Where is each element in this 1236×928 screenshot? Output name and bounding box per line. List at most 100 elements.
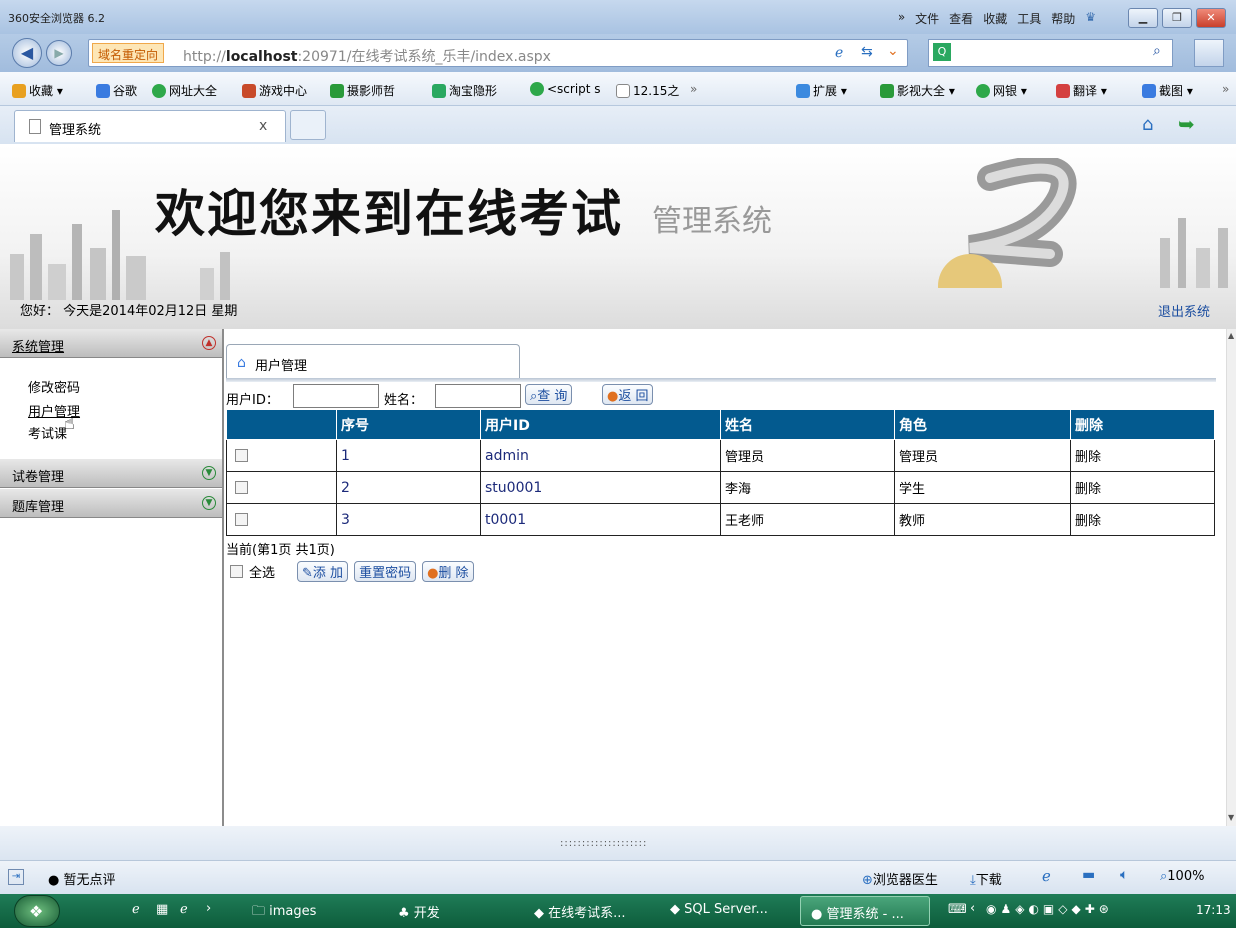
dropdown-chevron-icon[interactable]: ⌄ bbox=[887, 43, 899, 59]
logout-link[interactable]: 退出系统 bbox=[1158, 301, 1210, 320]
video-button[interactable]: 影视大全 ▾ bbox=[880, 82, 955, 99]
reset-password-button[interactable]: 重置密码 bbox=[354, 561, 417, 582]
menu-view[interactable]: 查看 bbox=[949, 10, 973, 27]
window-title-bar: 360安全浏览器 6.2 » 文件 查看 收藏 工具 帮助 ♛ ▁ ❐ ✕ bbox=[0, 0, 1236, 34]
close-tab-button[interactable]: x bbox=[259, 118, 267, 134]
menu-favorites[interactable]: 收藏 bbox=[983, 10, 1007, 27]
delete-link[interactable]: 删除 bbox=[1070, 471, 1215, 504]
speaker-icon[interactable]: 🔈︎ bbox=[1120, 867, 1128, 883]
ie-mode-icon[interactable]: ℯ bbox=[835, 45, 843, 61]
bookmark-google[interactable]: 谷歌 bbox=[96, 82, 137, 99]
bookmark-directory[interactable]: 网址大全 bbox=[152, 82, 217, 99]
sidebar-section-system[interactable]: 系统管理 ▲ bbox=[0, 329, 222, 358]
scroll-down-icon[interactable]: ▼ bbox=[1228, 813, 1234, 822]
splitter-handle[interactable]: :::::::::::::::::::: bbox=[560, 838, 647, 849]
skin-icon[interactable]: ♛ bbox=[1085, 10, 1096, 27]
url-text[interactable]: http://localhost:20971/在线考试系统_乐丰/index.a… bbox=[183, 46, 551, 66]
quicklaunch-browser-icon[interactable]: ℯ bbox=[180, 902, 188, 917]
redirect-badge[interactable]: 域名重定向 bbox=[92, 43, 165, 63]
minimize-button[interactable]: ▁ bbox=[1128, 8, 1158, 28]
start-button[interactable]: ❖ bbox=[14, 895, 60, 927]
select-all-checkbox[interactable] bbox=[230, 565, 243, 578]
bookmark-script[interactable]: <script s bbox=[530, 82, 601, 96]
close-window-button[interactable]: ✕ bbox=[1196, 8, 1226, 28]
expand-icon[interactable]: ▼ bbox=[202, 496, 216, 510]
tray-keyboard-icon[interactable]: ⌨ bbox=[948, 902, 967, 917]
site-banner: 欢迎您来到在线考试 管理系统 您好： 今天是2014年02月12日 星期 退出系… bbox=[0, 144, 1236, 329]
greeting-text: 您好： 今天是2014年02月12日 星期 bbox=[20, 304, 238, 319]
banner-subtitle: 管理系统 bbox=[652, 204, 772, 239]
toolbar-more-button[interactable]: » bbox=[1222, 82, 1229, 96]
sidebar-item-change-password[interactable]: 修改密码 bbox=[28, 377, 80, 396]
user-avatar[interactable] bbox=[1194, 39, 1224, 67]
sidebar-toggle-icon[interactable]: ⇥ bbox=[8, 869, 24, 885]
collapse-icon[interactable]: ▲ bbox=[202, 336, 216, 350]
add-user-button[interactable]: ✎添 加 bbox=[297, 561, 349, 582]
bookmark-games[interactable]: 游戏中心 bbox=[242, 82, 307, 99]
screenshot-button[interactable]: 截图 ▾ bbox=[1142, 82, 1193, 99]
browser-doctor-button[interactable]: ⊕浏览器医生 bbox=[862, 869, 938, 888]
rating-status[interactable]: ● 暂无点评 bbox=[48, 869, 116, 888]
home-icon[interactable]: ⌂ bbox=[1142, 114, 1153, 135]
page-scrollbar[interactable]: ▲ ▼ bbox=[1226, 329, 1236, 826]
undo-close-icon[interactable]: ➥ bbox=[1178, 112, 1195, 136]
back-button[interactable]: ◀ bbox=[12, 38, 42, 68]
menu-help[interactable]: 帮助 bbox=[1051, 10, 1075, 27]
maximize-button[interactable]: ❐ bbox=[1162, 8, 1192, 28]
row-checkbox[interactable] bbox=[235, 513, 248, 526]
taskbar-item-management-system[interactable]: ● 管理系统 - ... bbox=[800, 896, 930, 926]
search-engine-icon[interactable]: Q bbox=[933, 43, 951, 61]
bookmark-taobao[interactable]: 淘宝隐形 bbox=[432, 82, 497, 99]
quicklaunch-desktop-icon[interactable]: ▦ bbox=[156, 902, 168, 917]
address-bar[interactable]: 域名重定向 http://localhost:20971/在线考试系统_乐丰/i… bbox=[88, 39, 908, 67]
query-button[interactable]: ⌕查 询 bbox=[525, 384, 573, 405]
taskbar-item-dev[interactable]: ♣ 开发 bbox=[398, 902, 440, 921]
ie-icon[interactable]: ℯ bbox=[1042, 867, 1051, 885]
search-input[interactable]: Q ⌕ bbox=[928, 39, 1173, 67]
bank-button[interactable]: 网银 ▾ bbox=[976, 82, 1027, 99]
bookmark-1215[interactable]: 12.15之 bbox=[616, 82, 679, 99]
back-link-button[interactable]: ●返 回 bbox=[602, 384, 654, 405]
menu-more[interactable]: » bbox=[898, 10, 905, 27]
speed-mode-icon[interactable]: ⇆ bbox=[861, 44, 873, 60]
tray-expand-icon[interactable]: ‹ bbox=[970, 901, 975, 916]
download-button[interactable]: ⤓下载 bbox=[970, 869, 1002, 888]
clock[interactable]: 17:13 bbox=[1196, 903, 1231, 917]
menu-tools[interactable]: 工具 bbox=[1017, 10, 1041, 27]
zoom-control[interactable]: ⌕100% bbox=[1160, 869, 1204, 884]
quicklaunch-ie-icon[interactable]: ℯ bbox=[132, 902, 140, 917]
scroll-up-icon[interactable]: ▲ bbox=[1228, 331, 1234, 340]
tab-management-system[interactable]: 管理系统 x bbox=[14, 110, 286, 142]
panel-splitter[interactable]: :::::::::::::::::::: bbox=[0, 826, 1236, 860]
tab-user-management[interactable]: ⌂ 用户管理 bbox=[226, 344, 520, 378]
delete-selected-button[interactable]: ●删 除 bbox=[422, 561, 474, 582]
taskbar-item-sql-server[interactable]: ◆ SQL Server... bbox=[670, 902, 768, 917]
expand-icon[interactable]: ▼ bbox=[202, 466, 216, 480]
bookmark-photographer[interactable]: 摄影师哲 bbox=[330, 82, 395, 99]
window-icon[interactable]: ▬ bbox=[1082, 867, 1095, 883]
menu-file[interactable]: 文件 bbox=[915, 10, 939, 27]
seq-cell: 3 bbox=[336, 503, 481, 536]
row-checkbox[interactable] bbox=[235, 449, 248, 462]
tray-icons[interactable]: ◉♟◈◐▣◇◆✚⊛ bbox=[986, 902, 1113, 916]
search-icon[interactable]: ⌕ bbox=[1153, 43, 1161, 59]
taskbar-item-exam-system[interactable]: ◆ 在线考试系... bbox=[534, 902, 626, 921]
row-checkbox[interactable] bbox=[235, 481, 248, 494]
name-input[interactable] bbox=[435, 384, 521, 408]
delete-link[interactable]: 删除 bbox=[1070, 503, 1215, 536]
quicklaunch-more-icon[interactable]: › bbox=[206, 901, 211, 916]
sidebar-section-questions[interactable]: 题库管理 ▼ bbox=[0, 489, 222, 518]
delete-link[interactable]: 删除 bbox=[1070, 439, 1215, 472]
bookmark-favorites[interactable]: 收藏 ▾ bbox=[12, 82, 63, 99]
sidebar-section-papers[interactable]: 试卷管理 ▼ bbox=[0, 459, 222, 488]
sidebar-item-exam-course[interactable]: 考试课 bbox=[28, 423, 67, 442]
extensions-button[interactable]: 扩展 ▾ bbox=[796, 82, 847, 99]
bookmarks-more-button[interactable]: » bbox=[690, 82, 697, 96]
douban-icon bbox=[330, 83, 344, 98]
bank-icon bbox=[976, 83, 990, 98]
forward-button[interactable]: ▶ bbox=[46, 40, 72, 66]
user-id-input[interactable] bbox=[293, 384, 379, 408]
translate-button[interactable]: 翻译 ▾ bbox=[1056, 82, 1107, 99]
taskbar-item-images[interactable]: 🗀 images bbox=[252, 902, 316, 924]
new-tab-button[interactable] bbox=[290, 110, 326, 140]
